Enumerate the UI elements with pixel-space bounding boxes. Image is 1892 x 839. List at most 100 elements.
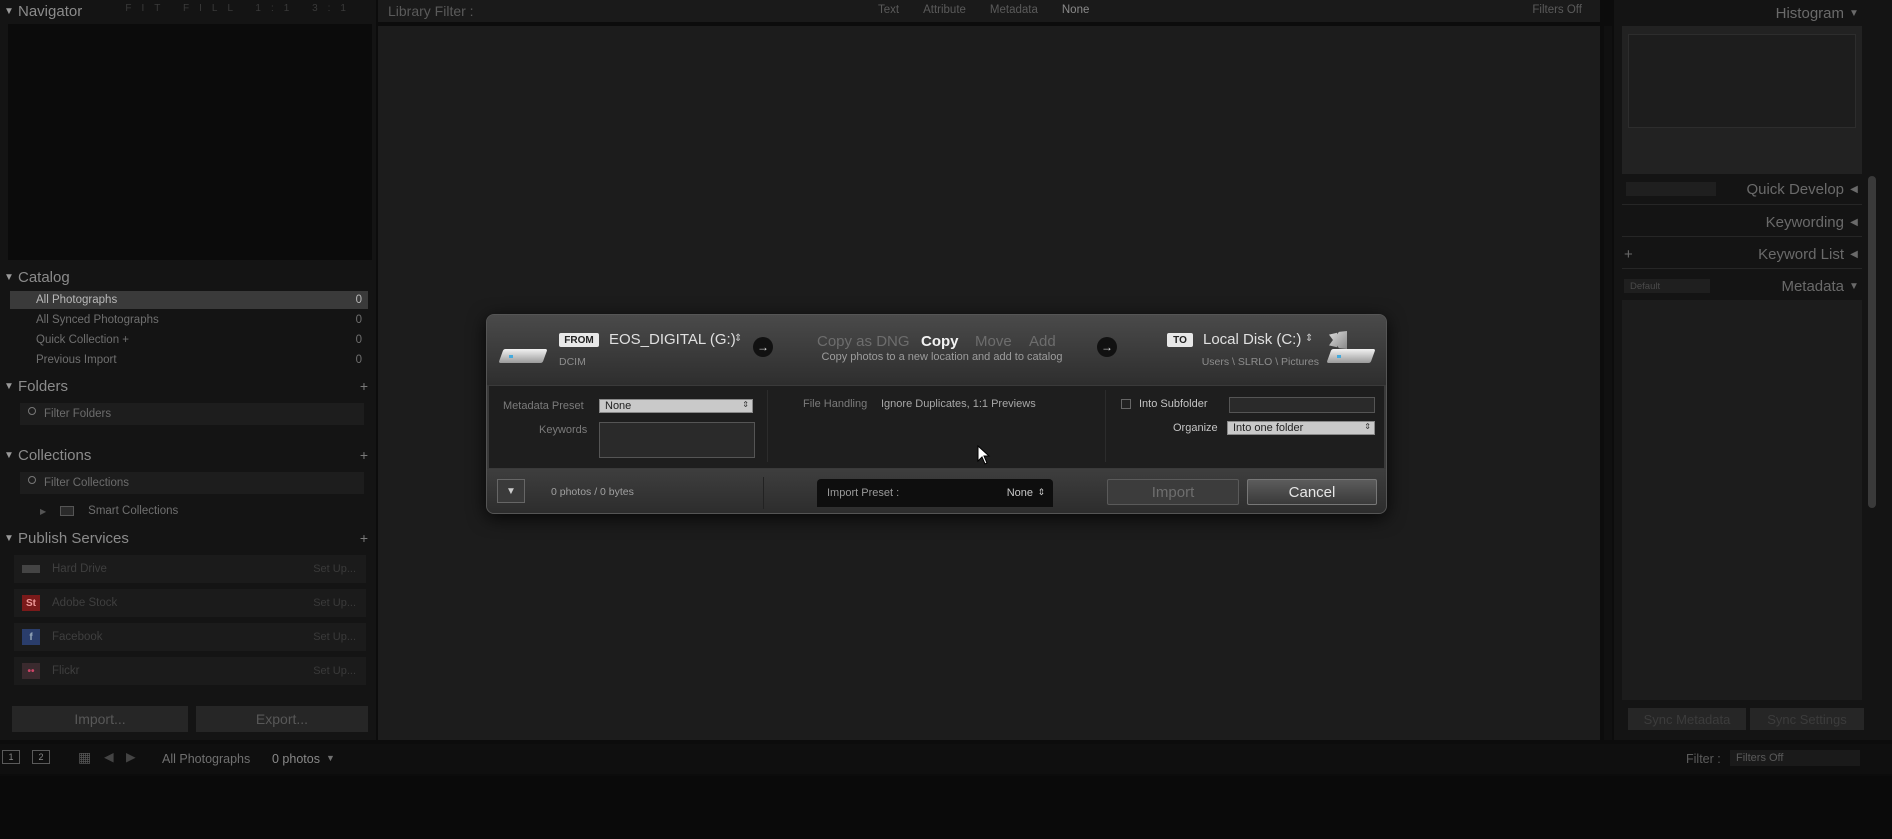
keywords-label: Keywords (539, 424, 588, 436)
publish-service-facebook[interactable]: f Facebook Set Up... (14, 623, 366, 651)
filters-off-select[interactable]: Filters Off (1532, 4, 1582, 16)
primary-window-button[interactable]: 1 (2, 750, 20, 764)
navigator-header[interactable]: ▼ Navigator FIT FILL 1:1 3:1 (0, 0, 376, 22)
catalog-item-count: 0 (355, 334, 362, 346)
secondary-window-button[interactable]: 2 (32, 750, 50, 764)
expand-triangle-icon: ◀ (1850, 216, 1858, 228)
saved-preset-select[interactable] (1626, 182, 1716, 196)
divider (763, 477, 764, 509)
import-button[interactable]: Import... (12, 706, 188, 732)
flickr-icon: •• (22, 663, 40, 679)
filter-collections-input[interactable]: Filter Collections (20, 472, 364, 494)
add-collection-icon[interactable]: + (360, 447, 368, 463)
keyword-list-title: Keyword List (1758, 245, 1844, 263)
arrow-right-icon: → (753, 337, 773, 357)
publish-service-flickr[interactable]: •• Flickr Set Up... (14, 657, 366, 685)
import-confirm-button[interactable]: Import (1107, 479, 1239, 505)
setup-link[interactable]: Set Up... (313, 665, 356, 677)
filmstrip-filter-select[interactable]: Filters Off (1730, 750, 1860, 766)
filter-tab-none[interactable]: None (1062, 4, 1090, 16)
divider (1622, 204, 1862, 205)
filmstrip-source[interactable]: All Photographs (162, 752, 250, 766)
catalog-item-label: Quick Collection + (36, 334, 129, 346)
catalog-item-all-synced[interactable]: All Synced Photographs 0 (10, 311, 368, 329)
keywording-header[interactable]: Keywording ◀ (1614, 209, 1864, 235)
sync-settings-button[interactable]: Sync Settings (1750, 708, 1864, 730)
mode-move[interactable]: Move (975, 333, 1012, 350)
mode-add[interactable]: Add (1029, 333, 1056, 350)
add-publish-service-icon[interactable]: + (360, 530, 368, 546)
destination-name[interactable]: Local Disk (C:) (1203, 331, 1301, 348)
keywords-input[interactable] (599, 422, 755, 458)
mouse-cursor-icon (977, 445, 991, 465)
subfolder-name-input[interactable] (1229, 397, 1375, 413)
setup-link[interactable]: Set Up... (313, 631, 356, 643)
publish-service-label: Flickr (52, 665, 80, 677)
navigator-zoom-modes[interactable]: FIT FILL 1:1 3:1 (125, 3, 356, 14)
sync-metadata-button[interactable]: Sync Metadata (1628, 708, 1746, 730)
file-handling-value[interactable]: Ignore Duplicates, 1:1 Previews (881, 398, 1036, 410)
catalog-item-label: All Synced Photographs (36, 314, 159, 326)
import-preset-label: Import Preset : (827, 487, 900, 499)
filter-tab-text[interactable]: Text (878, 4, 899, 16)
collapse-triangle-icon: ▼ (4, 532, 14, 544)
catalog-item-count: 0 (355, 314, 362, 326)
catalog-item-all-photographs[interactable]: All Photographs 0 (10, 291, 368, 309)
catalog-item-previous-import[interactable]: Previous Import 0 (10, 351, 368, 369)
forward-arrow-icon[interactable]: ▶ (126, 749, 136, 764)
publish-services-header[interactable]: ▼ Publish Services + (0, 527, 376, 549)
cancel-button[interactable]: Cancel (1247, 479, 1377, 505)
publish-service-adobe-stock[interactable]: St Adobe Stock Set Up... (14, 589, 366, 617)
import-preset-bar[interactable]: Import Preset : None ⇕ (817, 479, 1053, 507)
divider (1622, 268, 1862, 269)
folders-header[interactable]: ▼ Folders + (0, 375, 376, 397)
chevron-down-icon[interactable]: ▼ (326, 753, 335, 763)
select-arrows-icon: ⇕ (1037, 487, 1045, 497)
search-icon (28, 476, 36, 484)
filmstrip-count[interactable]: 0 photos (272, 752, 320, 766)
catalog-header[interactable]: ▼ Catalog (0, 266, 376, 288)
filter-folders-input[interactable]: Filter Folders (20, 403, 364, 425)
filmstrip-bar: 1 2 ▦ ◀ ▶ All Photographs 0 photos ▼ Fil… (0, 744, 1892, 774)
organize-select[interactable]: Into one folder ⇕ (1227, 421, 1375, 435)
smart-collections-item[interactable]: ▶ Smart Collections (10, 502, 368, 520)
mode-copy-as-dng[interactable]: Copy as DNG (817, 333, 910, 350)
add-keyword-icon[interactable]: + (1624, 246, 1633, 263)
export-button[interactable]: Export... (196, 706, 368, 732)
metadata-preset-select[interactable]: None ⇕ (599, 399, 753, 413)
filter-tab-metadata[interactable]: Metadata (990, 4, 1038, 16)
histogram-header[interactable]: Histogram ▼ (1614, 0, 1864, 26)
metadata-preset-select[interactable]: Default (1624, 279, 1710, 293)
collections-header[interactable]: ▼ Collections + (0, 444, 376, 466)
back-arrow-icon[interactable]: ◀ (104, 749, 114, 764)
photo-count: 0 photos / 0 bytes (551, 486, 634, 498)
add-folder-icon[interactable]: + (360, 378, 368, 394)
setup-link[interactable]: Set Up... (313, 563, 356, 575)
expand-triangle-icon[interactable]: ▶ (40, 507, 46, 516)
destination-path: Users \ SLRLO \ Pictures (1201, 356, 1319, 368)
filter-tabs: Text Attribute Metadata None (878, 4, 1089, 16)
source-name[interactable]: EOS_DIGITAL (G:) (609, 331, 736, 348)
filter-tab-attribute[interactable]: Attribute (923, 4, 966, 16)
select-arrows-icon: ⇕ (742, 400, 749, 409)
right-panel-scrollbar[interactable] (1868, 176, 1876, 508)
mode-copy[interactable]: Copy (921, 333, 959, 350)
collapse-triangle-icon: ▼ (1849, 7, 1859, 19)
catalog-item-quick-collection[interactable]: Quick Collection + 0 (10, 331, 368, 349)
histogram-title: Histogram (1775, 4, 1844, 22)
mode-description: Copy photos to a new location and add to… (821, 351, 1063, 363)
collapse-triangle-icon: ▼ (1849, 280, 1859, 292)
expand-dialog-button[interactable]: ▼ (497, 479, 525, 503)
expand-triangle-icon: ◀ (1850, 183, 1858, 195)
setup-link[interactable]: Set Up... (313, 597, 356, 609)
grid-icon[interactable]: ▦ (78, 749, 91, 766)
grid-scrollbar[interactable] (1604, 26, 1612, 740)
into-subfolder-checkbox[interactable] (1121, 399, 1131, 409)
import-dialog: FROM EOS_DIGITAL (G:) ⇕ DCIM → Copy as D… (486, 314, 1387, 514)
source-select-arrows-icon[interactable]: ⇕ (734, 333, 742, 344)
destination-select-arrows-icon[interactable]: ⇕ (1305, 333, 1313, 344)
import-dialog-footer: ▼ 0 photos / 0 bytes Import Preset : Non… (487, 469, 1386, 513)
publish-service-hard-drive[interactable]: Hard Drive Set Up... (14, 555, 366, 583)
metadata-panel-body (1622, 300, 1862, 700)
keyword-list-header[interactable]: + Keyword List ◀ (1614, 241, 1864, 267)
